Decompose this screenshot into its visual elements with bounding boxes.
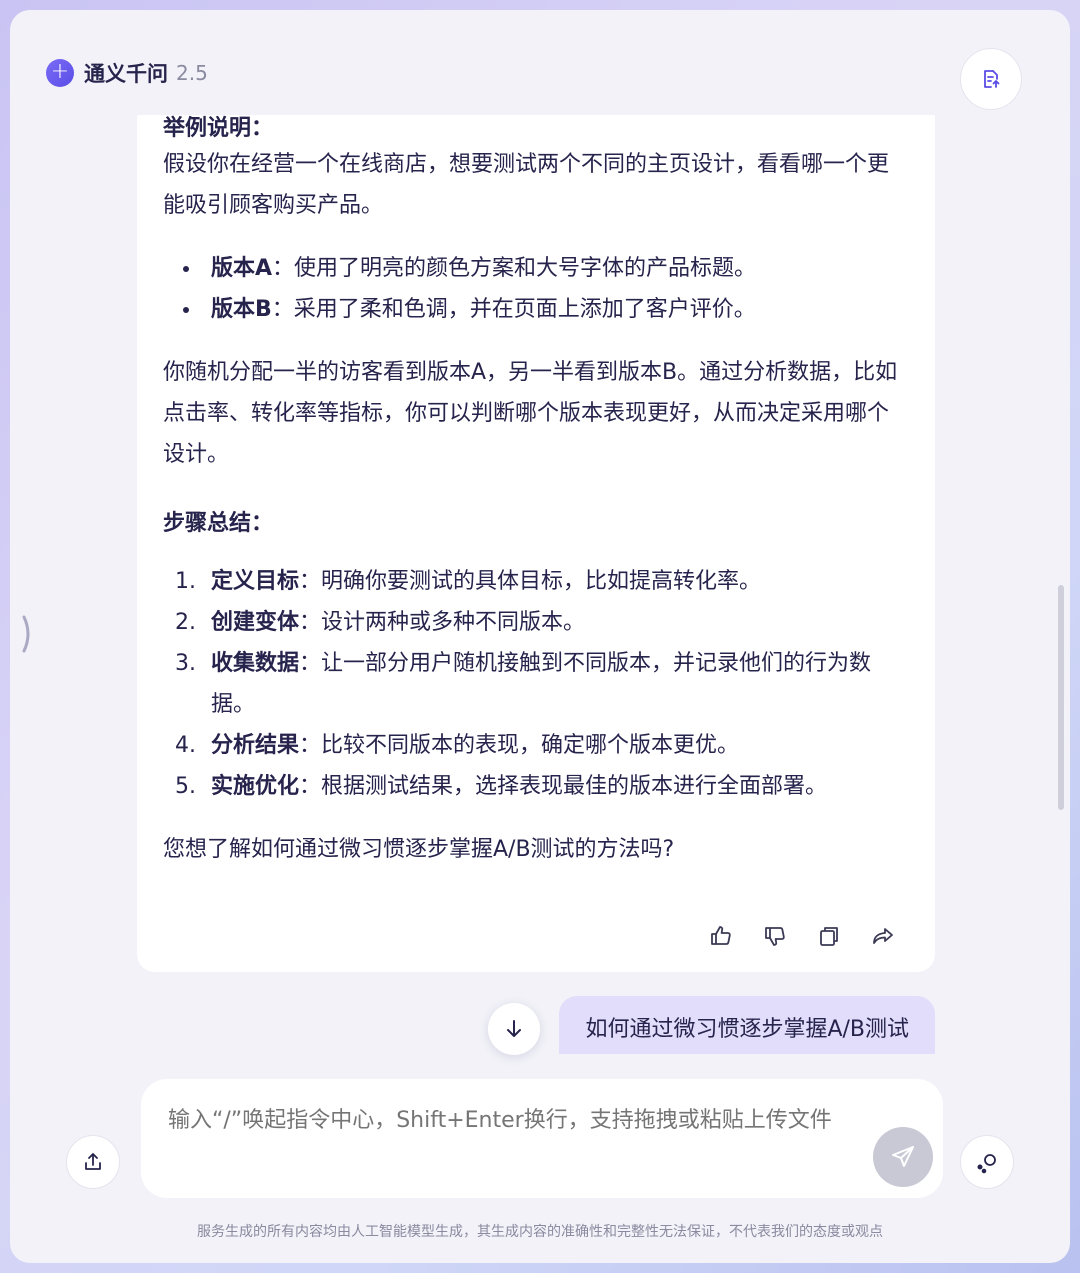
plus-icon[interactable]: + (46, 59, 74, 87)
step-number: 1. (175, 569, 196, 594)
step-label: 定义目标 (211, 569, 300, 594)
thumbs-up-icon (711, 926, 731, 945)
version-text: 采用了柔和色调，并在页面上添加了客户评价。 (293, 297, 756, 322)
version-label: 版本A (211, 256, 273, 281)
step-number: 2. (175, 610, 196, 635)
message-input[interactable] (168, 1103, 858, 1175)
app-version: 2.5 (176, 61, 208, 85)
assistant-answer-card: 举例说明： 假设你在经营一个在线商店，想要测试两个不同的主页设计，看看哪一个更能… (137, 115, 935, 972)
chat-window: + 通义千问 2.5 举例说明： 假设你在经营一个在线商店，想要测试两个不同的主… (10, 10, 1070, 1263)
upload-icon (85, 1153, 101, 1170)
app-brand[interactable]: + 通义千问 2.5 (46, 58, 208, 88)
upload-button[interactable] (66, 1135, 120, 1189)
separator: ： (299, 733, 322, 758)
list-item: 2. 创建变体：设计两种或多种不同版本。 (163, 602, 903, 643)
app-name: 通义千问 (84, 62, 168, 86)
scrollbar[interactable] (1058, 585, 1064, 810)
user-message-bubble: 如何通过微习惯逐步掌握A/B测试 (559, 996, 935, 1054)
list-item: 版本A：使用了明亮的颜色方案和大号字体的产品标题。 (163, 248, 903, 289)
separator: ： (299, 774, 322, 799)
step-text: 根据测试结果，选择表现最佳的版本进行全面部署。 (321, 774, 828, 799)
list-item: 1. 定义目标：明确你要测试的具体目标，比如提高转化率。 (163, 561, 903, 602)
separator: ： (299, 651, 322, 676)
answer-actions (707, 922, 897, 950)
copy-icon (820, 927, 838, 946)
step-number: 5. (175, 774, 196, 799)
send-button[interactable] (873, 1127, 933, 1187)
list-item: 3. 收集数据：让一部分用户随机接触到不同版本，并记录他们的行为数据。 (163, 643, 903, 725)
follow-up-question: 您想了解如何通过微习惯逐步掌握A/B测试的方法吗? (163, 837, 675, 862)
step-text: 设计两种或多种不同版本。 (321, 610, 586, 635)
arrow-down-icon (507, 1020, 521, 1037)
separator: ： (299, 610, 322, 635)
list-item: 5. 实施优化：根据测试结果，选择表现最佳的版本进行全面部署。 (163, 766, 903, 807)
message-input-box[interactable] (141, 1079, 943, 1198)
step-label: 实施优化 (211, 774, 300, 799)
example-outro: 你随机分配一半的访客看到版本A，另一半看到版本B。通过分析数据，比如点击率、转化… (163, 360, 898, 467)
steps-list: 1. 定义目标：明确你要测试的具体目标，比如提高转化率。 2. 创建变体：设计两种或… (163, 561, 903, 807)
document-export-icon (984, 70, 1000, 88)
thumbs-down-icon (765, 927, 785, 946)
explore-button[interactable] (960, 1135, 1014, 1189)
list-item: 版本B：采用了柔和色调，并在页面上添加了客户评价。 (163, 289, 903, 330)
step-text: 明确你要测试的具体目标，比如提高转化率。 (321, 569, 762, 594)
share-icon (873, 928, 893, 944)
disclaimer: 服务生成的所有内容均由人工智能模型生成，其生成内容的准确性和完整性无法保证，不代… (197, 1224, 883, 1240)
step-label: 创建变体 (211, 610, 300, 635)
share-button[interactable] (869, 922, 897, 950)
send-icon (892, 1146, 914, 1167)
step-label: 分析结果 (211, 733, 300, 758)
scroll-to-bottom-button[interactable] (488, 1003, 540, 1055)
document-export-button[interactable] (960, 48, 1022, 110)
separator: ： (271, 297, 294, 322)
versions-list: 版本A：使用了明亮的颜色方案和大号字体的产品标题。 版本B：采用了柔和色调，并在… (163, 248, 903, 330)
step-number: 3. (175, 651, 196, 676)
example-intro: 假设你在经营一个在线商店，想要测试两个不同的主页设计，看看哪一个更能吸引顾客购买… (163, 152, 890, 218)
dislike-button[interactable] (761, 922, 789, 950)
like-button[interactable] (707, 922, 735, 950)
list-item: 4. 分析结果：比较不同版本的表现，确定哪个版本更优。 (163, 725, 903, 766)
answer-content: 举例说明： 假设你在经营一个在线商店，想要测试两个不同的主页设计，看看哪一个更能… (163, 115, 903, 870)
steps-heading: 步骤总结： (163, 511, 274, 536)
step-number: 4. (175, 733, 196, 758)
orbit-dots-icon (977, 1154, 996, 1174)
separator: ： (299, 569, 322, 594)
example-heading: 举例说明： (163, 116, 274, 141)
version-label: 版本B (211, 297, 272, 322)
step-label: 收集数据 (211, 651, 300, 676)
version-text: 使用了明亮的颜色方案和大号字体的产品标题。 (294, 256, 757, 281)
copy-button[interactable] (815, 922, 843, 950)
step-text: 比较不同版本的表现，确定哪个版本更优。 (321, 733, 740, 758)
sidebar-toggle-icon[interactable] (20, 613, 36, 655)
separator: ： (272, 256, 295, 281)
